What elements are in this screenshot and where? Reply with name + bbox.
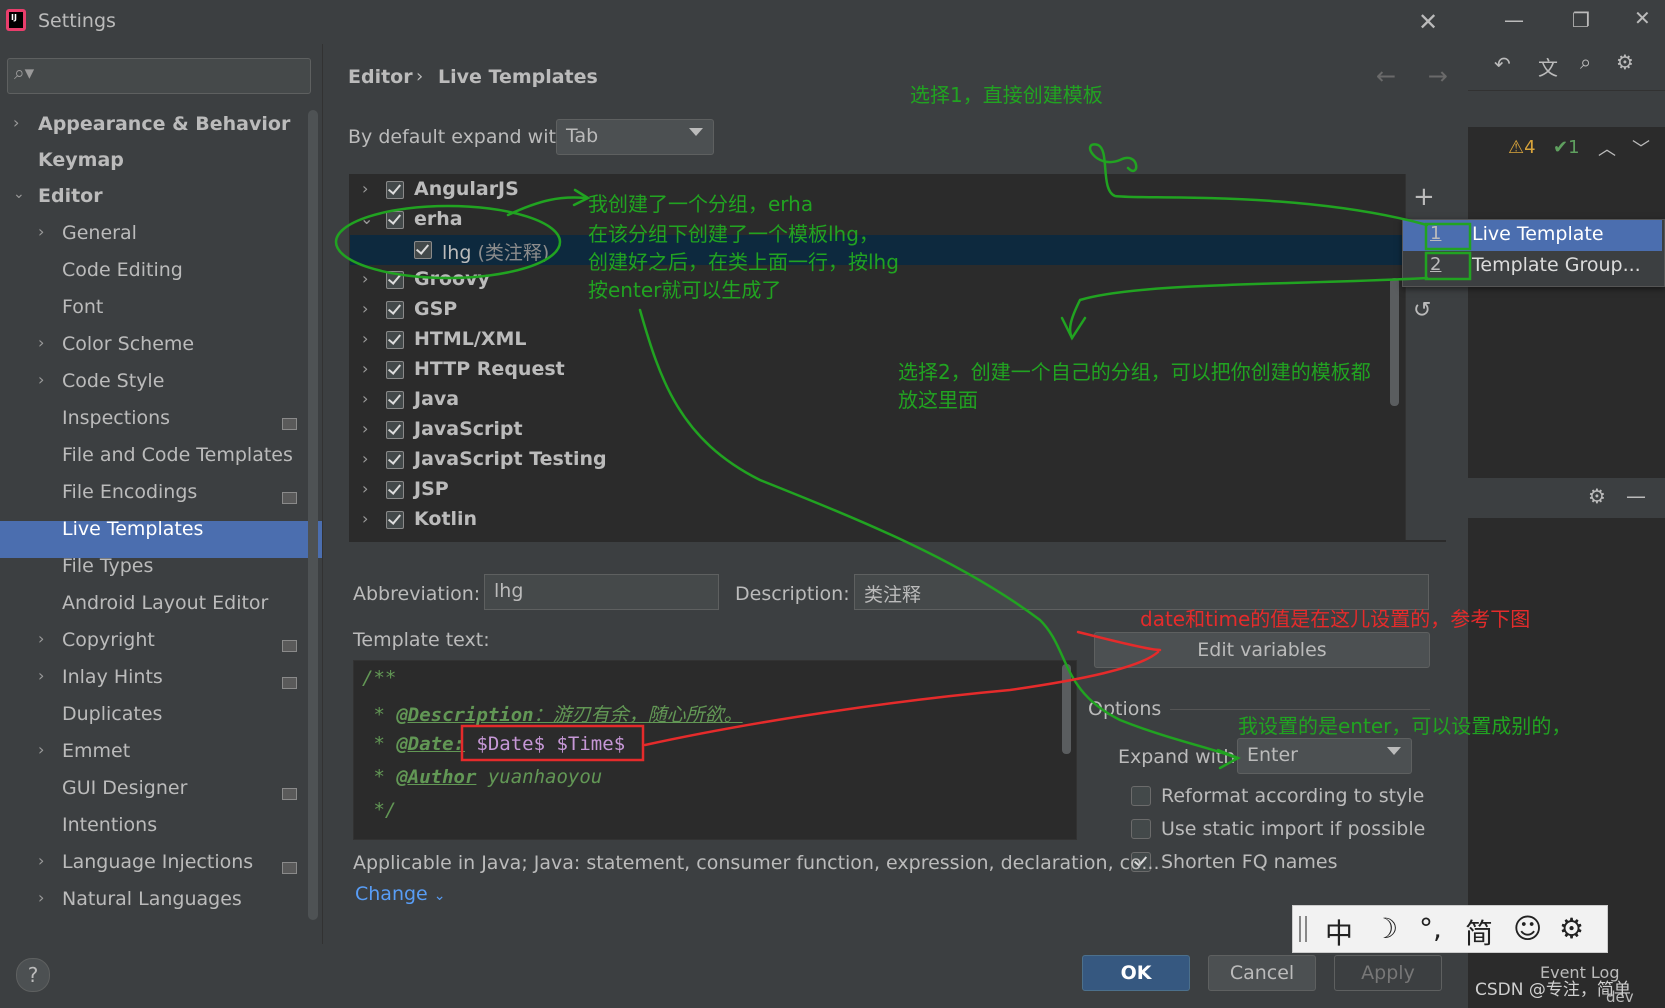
annotation-enter: 我设置的是enter，可以设置成别的，: [1238, 714, 1572, 738]
annotation-box-1: [1424, 222, 1472, 251]
annotation-circle-erha: [334, 204, 562, 280]
annotation-arrow-2: [1068, 276, 1429, 340]
watermark: CSDN @专注，简单: [1475, 980, 1631, 1000]
annotation-strokes: [334, 143, 1472, 770]
annotation-box-2: [1424, 251, 1472, 281]
annotation-option2-line2: 放这里面: [898, 388, 978, 412]
annotation-erha-line3: 创建好之后，在类上面一行，按lhg: [588, 250, 899, 274]
annotation-box-vars: [460, 724, 645, 762]
annotation-erha-line4: 按enter就可以生成了: [588, 278, 782, 302]
annotation-erha-line1: 我创建了一个分组，erha: [588, 192, 814, 216]
annotation-date-time: date和time的值是在这儿设置的，参考下图: [1140, 607, 1531, 631]
annotation-arrowhead: [1060, 316, 1087, 341]
annotation-arrow-vars-head: [1076, 630, 1162, 652]
annotation-option1: 选择1，直接创建模板: [910, 83, 1103, 107]
annotation-arrow-vars: [643, 650, 1160, 747]
annotation-arrow-erha: [506, 196, 587, 217]
annotation-erha-line2: 在该分组下创建了一个模板lhg，: [588, 222, 879, 246]
annotation-option2-line1: 选择2，创建一个自己的分组，可以把你创建的模板都: [898, 360, 1371, 384]
annotation-arrow-1: [1088, 143, 1429, 227]
